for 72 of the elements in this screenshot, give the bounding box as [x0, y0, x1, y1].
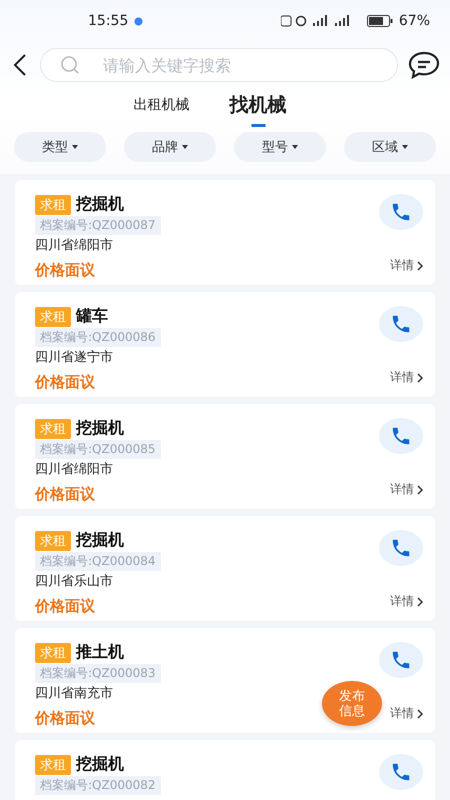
- listing-card[interactable]: 求租 挖掘机 档案编号:QZ000085 四川省绵阳市 价格面议 详情: [15, 404, 435, 509]
- phone-icon: [390, 537, 412, 559]
- filter-dropdown[interactable]: 类型: [14, 132, 106, 162]
- phone-icon: [390, 425, 412, 447]
- chevron-icon: [417, 260, 423, 270]
- phone-icon: [390, 313, 412, 335]
- file-number: 档案编号:QZ000085: [35, 440, 161, 459]
- price-text: 价格面议: [35, 373, 95, 392]
- listing-title: 罐车: [76, 306, 108, 327]
- caret-icon: [292, 145, 298, 149]
- phone-icon: [390, 761, 412, 783]
- details-link[interactable]: 详情: [390, 481, 423, 498]
- call-button[interactable]: [379, 530, 423, 566]
- chevron-icon: [417, 596, 423, 606]
- details-link[interactable]: 详情: [390, 257, 423, 274]
- price-text: 价格面议: [35, 485, 95, 504]
- phone-icon: [390, 201, 412, 223]
- listing-title: 挖掘机: [76, 530, 124, 551]
- location-text: 四川省乐山市: [35, 573, 113, 590]
- call-button[interactable]: [379, 642, 423, 678]
- location-text: 四川省遂宁市: [35, 349, 113, 366]
- file-number: 档案编号:QZ000084: [35, 552, 161, 571]
- call-button[interactable]: [379, 754, 423, 790]
- dot-icon: [134, 16, 144, 26]
- file-number: 档案编号:QZ000082: [35, 776, 161, 795]
- details-link[interactable]: 详情: [390, 705, 423, 722]
- rent-tag: 求租: [35, 642, 71, 662]
- chevron-icon: [417, 708, 423, 718]
- tab[interactable]: 出租机械: [134, 96, 190, 122]
- rent-tag: 求租: [35, 418, 71, 438]
- location-text: 四川省绵阳市: [35, 237, 113, 254]
- chevron-icon: [417, 372, 423, 382]
- status-time: 15:55: [88, 13, 128, 29]
- listing-title: 推土机: [76, 642, 124, 663]
- price-text: 价格面议: [35, 261, 95, 280]
- rent-tag: 求租: [35, 530, 71, 550]
- call-button[interactable]: [379, 418, 423, 454]
- location-text: 四川省南充市: [35, 685, 113, 702]
- listing-card[interactable]: 求租 挖掘机 档案编号:QZ000082: [15, 740, 435, 800]
- battery-icon: [366, 15, 393, 27]
- call-button[interactable]: [379, 194, 423, 230]
- message-icon[interactable]: [408, 51, 440, 79]
- rent-tag: 求租: [35, 306, 71, 326]
- tab[interactable]: 找机械: [230, 92, 286, 126]
- chevron-icon: [417, 484, 423, 494]
- listing-title: 挖掘机: [76, 754, 124, 775]
- search-field[interactable]: 请输入关键字搜索: [40, 48, 398, 82]
- listing-card[interactable]: 求租 挖掘机 档案编号:QZ000084 四川省乐山市 价格面议 详情: [15, 516, 435, 621]
- filter-dropdown[interactable]: 区域: [344, 132, 436, 162]
- listing-card[interactable]: 求租 罐车 档案编号:QZ000086 四川省遂宁市 价格面议 详情: [15, 292, 435, 397]
- file-number: 档案编号:QZ000086: [35, 328, 161, 347]
- rent-tag: 求租: [35, 194, 71, 214]
- battery-level: 67%: [398, 13, 430, 29]
- location-text: 四川省绵阳市: [35, 461, 113, 478]
- price-text: 价格面议: [35, 709, 95, 728]
- price-text: 价格面议: [35, 597, 95, 616]
- search-icon: [60, 55, 80, 75]
- listing-title: 挖掘机: [76, 194, 124, 215]
- call-button[interactable]: [379, 306, 423, 342]
- filter-dropdown[interactable]: 型号: [234, 132, 326, 162]
- phone-icon: [390, 649, 412, 671]
- listing-card[interactable]: 求租 挖掘机 档案编号:QZ000087 四川省绵阳市 价格面议 详情: [15, 180, 435, 285]
- caret-icon: [402, 145, 408, 149]
- details-link[interactable]: 详情: [390, 369, 423, 386]
- filter-dropdown[interactable]: 品牌: [124, 132, 216, 162]
- caret-icon: [72, 145, 78, 149]
- file-number: 档案编号:QZ000087: [35, 216, 161, 235]
- details-link[interactable]: 详情: [390, 593, 423, 610]
- file-number: 档案编号:QZ000083: [35, 664, 161, 683]
- caret-icon: [182, 145, 188, 149]
- listing-title: 挖掘机: [76, 418, 124, 439]
- rent-tag: 求租: [35, 754, 71, 774]
